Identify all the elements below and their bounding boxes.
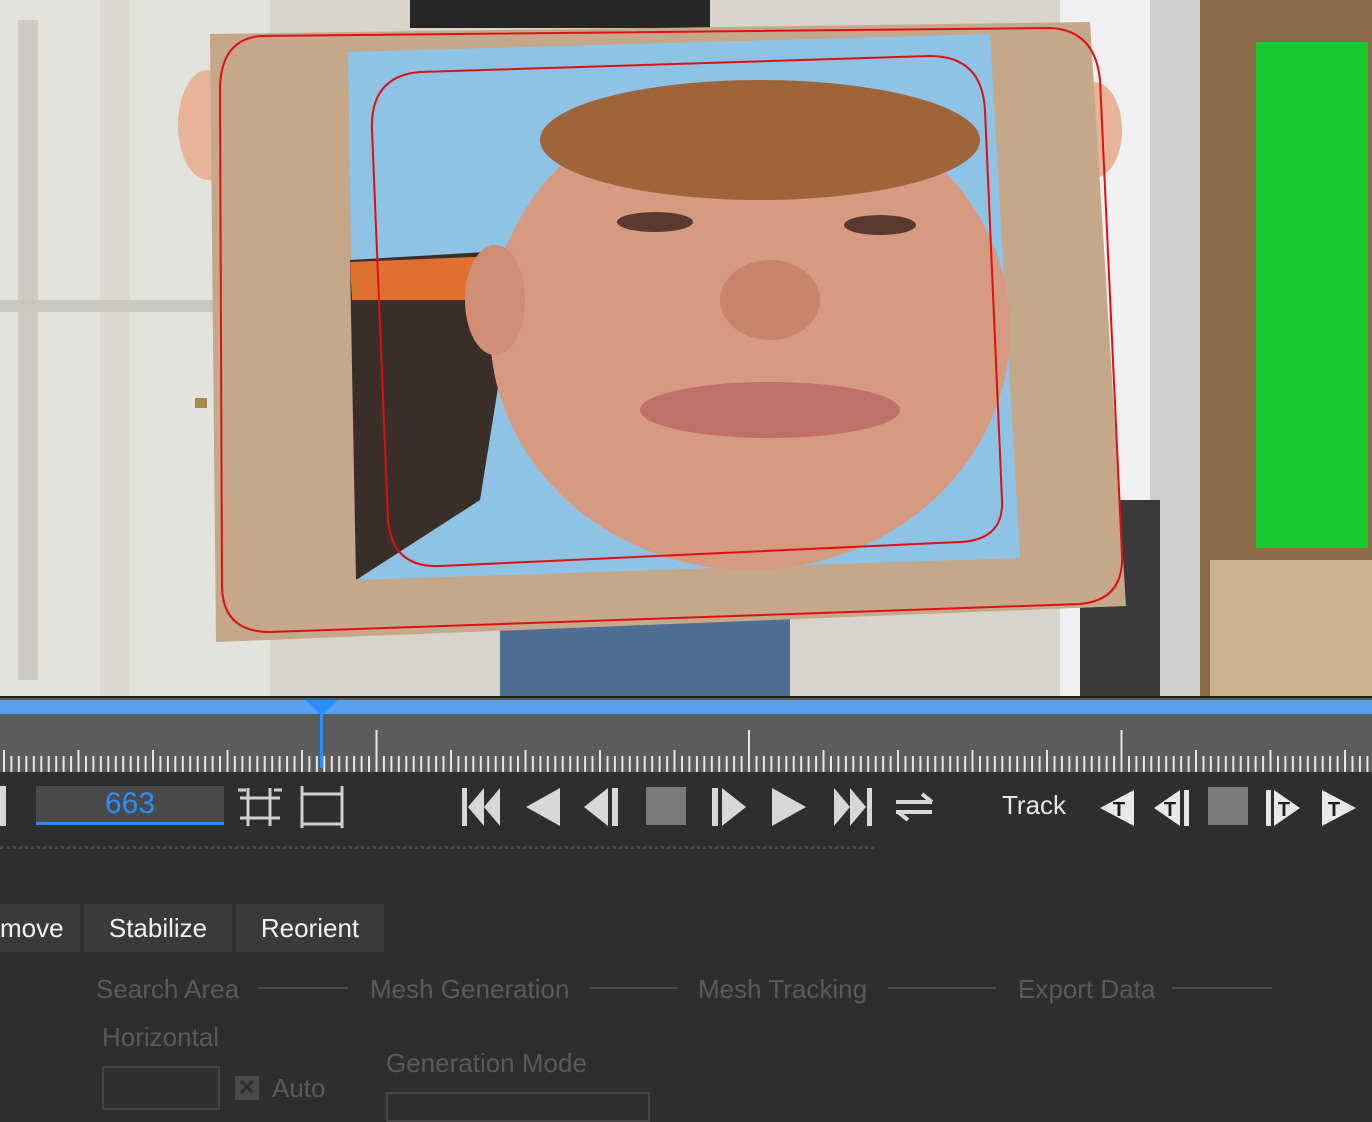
- go-to-start-icon[interactable]: [460, 786, 502, 828]
- section-mesh-tracking[interactable]: Mesh Tracking: [698, 974, 867, 1005]
- set-out-point-icon[interactable]: [298, 784, 346, 830]
- left-edge-icon[interactable]: [0, 786, 6, 826]
- horizontal-input[interactable]: [102, 1066, 220, 1110]
- section-mesh-generation[interactable]: Mesh Generation: [370, 974, 569, 1005]
- play-backward-icon[interactable]: [524, 786, 564, 828]
- svg-text:T: T: [1113, 799, 1125, 821]
- separator: [0, 846, 874, 849]
- transport-bar: 663 Track T T T T: [0, 772, 1372, 846]
- section-divider: [590, 987, 678, 989]
- video-frame-image: [0, 0, 1372, 696]
- generation-mode-label: Generation Mode: [386, 1048, 587, 1078]
- playhead-handle[interactable]: [306, 700, 338, 716]
- frame-number-field[interactable]: 663: [36, 786, 224, 825]
- track-forward-icon[interactable]: T: [1320, 788, 1360, 828]
- timeline-range-bar[interactable]: [0, 700, 1372, 714]
- section-divider: [258, 987, 348, 989]
- track-label: Track: [1002, 790, 1067, 820]
- stop-icon[interactable]: [646, 787, 686, 825]
- track-stop-icon[interactable]: [1208, 787, 1248, 825]
- section-divider: [1172, 987, 1272, 989]
- track-step-forward-icon[interactable]: T: [1264, 788, 1304, 828]
- track-backward-icon[interactable]: T: [1098, 788, 1136, 828]
- go-to-end-icon[interactable]: [832, 786, 874, 828]
- play-forward-icon[interactable]: [770, 786, 810, 828]
- section-search-area[interactable]: Search Area: [96, 974, 239, 1005]
- timeline[interactable]: [0, 696, 1372, 774]
- track-step-back-icon[interactable]: T: [1152, 788, 1192, 828]
- tab-stabilize[interactable]: Stabilize: [84, 904, 232, 952]
- step-forward-icon[interactable]: [710, 786, 750, 828]
- auto-checkbox[interactable]: ✕: [235, 1076, 259, 1100]
- playhead-line[interactable]: [320, 712, 323, 768]
- svg-text:T: T: [1328, 799, 1340, 821]
- svg-text:T: T: [1164, 799, 1176, 821]
- horizontal-label: Horizontal: [102, 1022, 220, 1052]
- step-back-icon[interactable]: [582, 786, 622, 828]
- generation-mode-select[interactable]: [386, 1092, 650, 1122]
- section-divider: [888, 987, 996, 989]
- video-viewer[interactable]: [0, 0, 1372, 696]
- timeline-ruler: [3, 730, 1369, 772]
- tab-remove[interactable]: move: [0, 904, 80, 952]
- section-export-data[interactable]: Export Data: [1018, 974, 1155, 1005]
- loop-icon[interactable]: [894, 792, 936, 822]
- svg-text:T: T: [1278, 799, 1290, 821]
- auto-label: Auto: [272, 1073, 326, 1103]
- tab-reorient[interactable]: Reorient: [236, 904, 384, 952]
- set-in-point-icon[interactable]: [236, 784, 284, 828]
